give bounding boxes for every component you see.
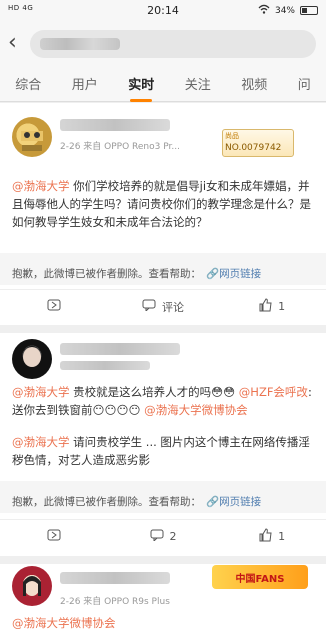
tab-following[interactable]: 关注 [179,74,217,93]
status-right: 34% [258,4,318,17]
post-card[interactable]: @渤海大学 贵校就是这么培养人才的吗😳😳 @HZF会呼改:送你去到铁窗前😶😶😶😶… [0,333,326,556]
vip-badge: 尚品 NO.0079742 [222,129,294,157]
tab-ask[interactable]: 问 [292,74,317,93]
post-card[interactable]: 2-26 来自 OPPO R9s Plus 中国FANS @渤海大学微博协会 [0,564,326,639]
mention[interactable]: @渤海大学微博协会 [12,616,116,630]
tab-video[interactable]: 视频 [235,74,273,93]
mention[interactable]: @HZF会呼改 [239,385,308,399]
post-body: @渤海大学微博协会 [0,614,326,632]
divider [0,325,326,333]
status-bar: HD 4G 20:14 34% [0,0,326,22]
repost-icon [47,529,61,544]
repost-icon [47,299,61,314]
post-card[interactable]: 2-26 来自 OPPO Reno3 Pr... 尚品 NO.0079742 @… [0,103,326,325]
search-header: ‹ [0,22,326,66]
comment-label: 评论 [162,300,184,314]
divider [0,556,326,564]
comment-icon [142,299,156,314]
action-bar: 评论 1 [0,289,326,323]
post-body-2: @渤海大学 请问贵校学生 ... 图片内这个博主在网络传播淫秽色情，对艺人造成恶… [0,433,326,469]
deleted-repost: 抱歉，此微博已被作者删除。查看帮助： 🔗网页链接 [0,481,326,513]
thumbs-up-icon [258,528,272,545]
like-count: 1 [278,530,286,543]
avatar[interactable] [12,566,52,606]
mention[interactable]: @渤海大学微博协会 [144,403,248,417]
like-button[interactable]: 1 [217,520,326,553]
deleted-notice: 抱歉，此微博已被作者删除。查看帮助： [12,496,201,508]
avatar[interactable] [12,339,52,379]
tab-users[interactable]: 用户 [66,74,104,93]
tab-bar: 综合 用户 实时 关注 视频 问 [0,66,326,102]
search-input[interactable] [30,30,316,58]
wifi-icon [258,4,270,17]
comment-button[interactable]: 2 [109,520,218,553]
post-body: @渤海大学 你们学校培养的就是倡导ji女和未成年嫖娼，并且侮辱他人的学生吗？请问… [0,177,326,231]
username-blurred[interactable] [60,119,170,131]
comment-icon [150,529,164,544]
tab-realtime[interactable]: 实时 [122,74,160,102]
deleted-notice: 抱歉，此微博已被作者删除。查看帮助： [12,268,201,280]
repost-button[interactable] [0,520,109,553]
mention[interactable]: @渤海大学 [12,179,70,193]
blurred-query [40,38,120,50]
post-body: @渤海大学 贵校就是这么培养人才的吗😳😳 @HZF会呼改:送你去到铁窗前😶😶😶😶… [0,383,326,419]
like-button[interactable]: 1 [217,290,326,323]
post-meta: 2-26 来自 OPPO R9s Plus [60,597,170,607]
link-icon: 🔗 [206,268,220,280]
mention[interactable]: @渤海大学 [12,435,70,449]
comment-button[interactable]: 评论 [109,290,218,323]
post-meta: 2-26 来自 OPPO Reno3 Pr... [60,142,180,152]
like-count: 1 [278,300,286,313]
action-bar: 2 1 [0,519,326,553]
post-meta-blurred [60,361,150,370]
web-link[interactable]: 🔗网页链接 [206,496,261,508]
link-icon: 🔗 [206,496,220,508]
username-blurred[interactable] [60,343,180,355]
back-icon[interactable]: ‹ [8,32,17,54]
thumbs-up-icon [258,298,272,315]
post-text: 贵校就是这么培养人才的吗😳😳 [69,385,239,399]
badge-number: NO.0079742 [225,143,282,153]
repost-button[interactable] [0,290,109,323]
fans-badge: 中国FANS [212,565,308,589]
badge-label: 尚品 [225,132,239,140]
avatar[interactable] [12,117,52,157]
battery-icon [300,6,318,15]
web-link[interactable]: 🔗网页链接 [206,268,261,280]
mention[interactable]: @渤海大学 [12,385,70,399]
username-blurred[interactable] [60,572,170,584]
comment-count: 2 [169,530,177,543]
battery-level: 34% [274,5,295,16]
deleted-repost: 抱歉，此微博已被作者删除。查看帮助： 🔗网页链接 [0,253,326,285]
tab-all[interactable]: 综合 [9,74,47,93]
